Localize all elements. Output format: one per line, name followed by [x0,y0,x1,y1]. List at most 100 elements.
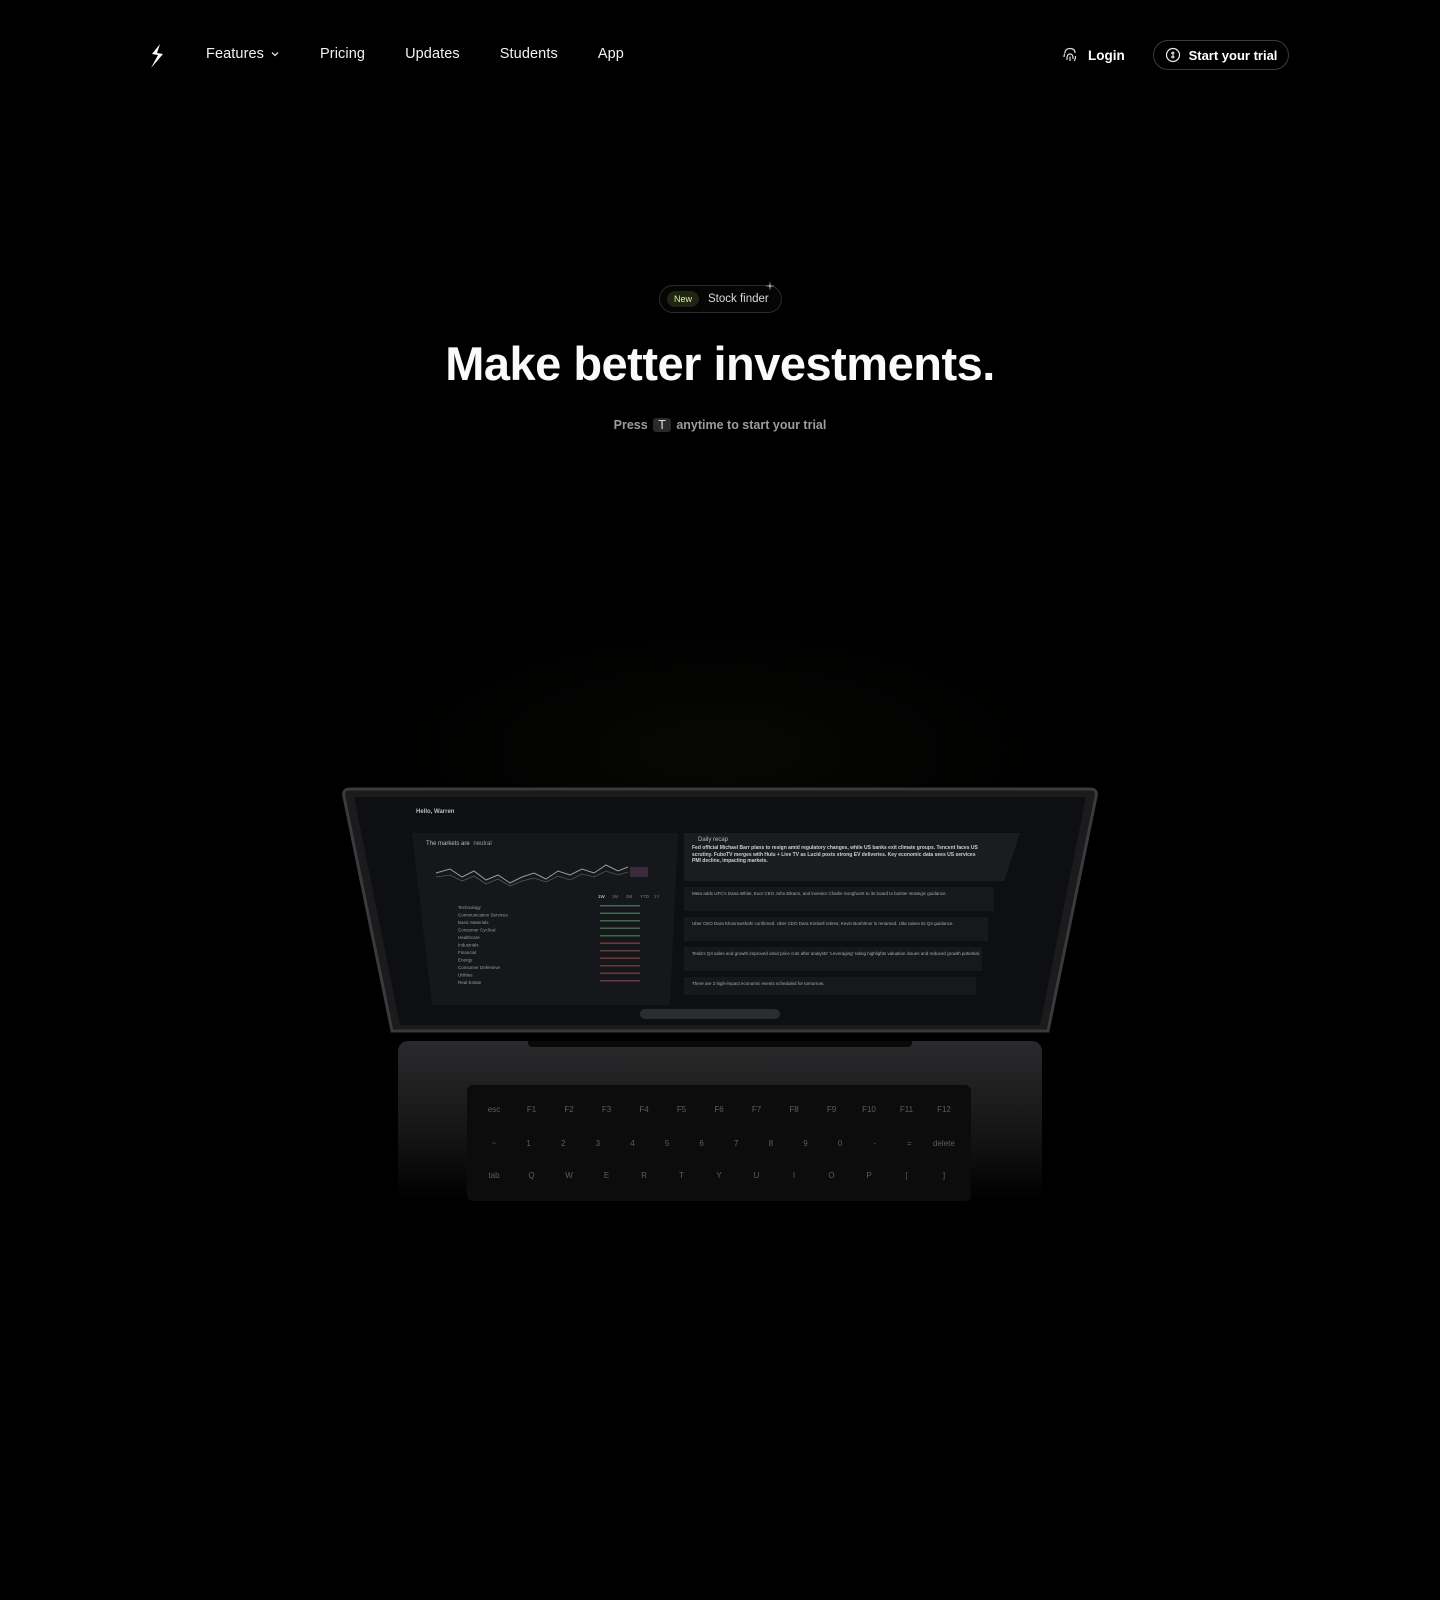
timeframe-tab: 1Y [654,894,660,899]
sector-change-bar [600,980,640,982]
sector-change-bar [600,950,640,952]
sector-row: Real Estate [458,980,482,985]
keyboard-key: [ [905,1171,908,1180]
keyboard-key: 0 [837,1139,843,1148]
keyboard-key: F3 [601,1105,612,1114]
laptop-hinge [528,1041,912,1047]
login-link[interactable]: Login [1061,46,1125,64]
keyboard-key: 7 [734,1139,739,1148]
keyboard-shortcut-key: T [653,418,671,432]
sparkle-icon [765,281,775,291]
app-greeting: Hello, Warren [416,809,455,815]
keyboard-key: = [906,1139,912,1148]
keyboard-key: delete [933,1139,955,1148]
keyboard-key: F8 [789,1105,799,1114]
new-feature-pill[interactable]: New Stock finder [659,281,782,313]
sector-row: Consumer Defensive [458,965,501,970]
keyboard-key: esc [487,1105,501,1114]
keyboard-key: F9 [826,1105,837,1114]
nav-link-label: Features [206,46,265,62]
keyboard-key: ] [942,1171,946,1180]
news-item: There are 2 high-impact economic events … [692,981,825,986]
sector-change-bar [600,927,640,929]
sector-row: Industrials [458,943,479,948]
sector-change-bar [600,942,640,944]
sector-change-bar [600,935,640,937]
sector-row: Communication Services [458,913,509,918]
keyboard-key: Y [716,1171,722,1180]
sector-row: Utilities [458,973,473,978]
brand-logo-icon[interactable] [148,43,168,69]
sector-row: Technology [458,905,482,910]
sector-row: Financial [458,950,476,955]
keyboard-key: 4 [630,1139,635,1148]
keyboard-key: F6 [714,1105,724,1114]
sector-row: Energy [458,958,473,963]
sector-row: Healthcare [458,935,480,940]
market-state: neutral [473,841,491,847]
nav-link-features[interactable]: Features [206,46,280,62]
keyboard-key: T [679,1171,684,1180]
sector-change-bar [600,905,640,907]
nav-link-label: Pricing [320,46,366,62]
keyboard-key: 5 [664,1139,670,1148]
keyboard-key: P [866,1171,872,1180]
keyboard-key: F12 [937,1105,951,1114]
start-trial-button[interactable]: Start your trial [1153,40,1289,70]
keyboard-number-row: ~1 2 3 4 5 6 7 8 9 0 - = delete [477,1139,961,1148]
timeframe-tab: 1W [598,894,606,899]
keyboard-key: O [828,1171,835,1180]
keyboard-key: tab [488,1171,500,1180]
new-badge: New [667,291,700,307]
laptop-screen: Technology Communication Services Basic Ma… [342,787,1098,1033]
keyboard-key: 6 [699,1139,704,1148]
sub-suffix: anytime to start your trial [676,418,827,432]
news-item: Tesla's Q4 sales and growth improved ami… [692,951,981,956]
keyboard-key: F4 [639,1105,649,1114]
keyboard-key: - [873,1139,877,1148]
timeframe-tab: YTD [640,894,650,899]
sector-change-bar [600,912,640,914]
keyboard-key: E [603,1171,610,1180]
trial-coin-icon [1165,47,1180,63]
sector-row: Consumer Cyclical [458,928,496,933]
keyboard-key: R [641,1171,647,1180]
sub-prefix: Press [613,418,648,432]
nav-link-label: Students [499,46,558,62]
keyboard-letter-row: tab Q W E R T Y U I O P [] [477,1171,961,1180]
laptop-base: esc F1 F2 F3 F4 F5 F6 F7 F8 F9 F10 F11 F12 ~1 2 3 4 5 6 7 8… [398,1041,1042,1201]
keyboard-key: W [565,1171,573,1180]
daily-recap-label: Daily recap [698,837,729,843]
nav-link-app[interactable]: App [598,46,624,62]
timeframe-tab: 1M [612,894,619,899]
sector-change-bar [600,972,640,974]
keyboard-key: 8 [768,1139,774,1148]
nav-link-updates[interactable]: Updates [405,46,460,62]
nav-link-label: App [597,46,624,62]
sector-row: Basic Materials [458,920,489,925]
keyboard-key: 3 [595,1139,601,1148]
nav-link-students[interactable]: Students [500,46,558,62]
nav-link-pricing[interactable]: Pricing [320,46,365,62]
keyboard-key: I [792,1171,796,1180]
market-prefix: The markets are [426,841,470,847]
keyboard-key: F10 [862,1105,876,1114]
keyboard-fn-row: esc F1 F2 F3 F4 F5 F6 F7 F8 F9 F10 F11 F12 [477,1105,961,1114]
sector-change-bar [600,965,640,967]
hero-headline: Make better investments. [445,337,995,390]
keyboard-key: F7 [751,1105,762,1114]
market-mood: The markets are neutral [426,841,492,847]
keyboard-key: F1 [526,1105,537,1114]
daily-recap-text: Fed official Michael Barr plans to resig… [692,845,978,864]
timeframe-tab: 3M [626,894,633,899]
keyboard-key: F2 [564,1105,574,1114]
sector-change-bar [600,920,640,922]
hero-subtext: Press T anytime to start your trial [0,418,1440,432]
keyboard-key: U [753,1171,760,1180]
news-item: Meta adds UFC's Dana White, Exor CEO Joh… [692,891,947,896]
laptop-mockup: Technology Communication Services Basic Ma… [340,785,1100,1205]
chevron-down-icon [271,52,279,57]
keyboard-key: 2 [560,1139,566,1148]
news-item: Uber CEO Dara Khosrowshahi confirmed. Ub… [692,921,954,926]
start-trial-label: Start your trial [1188,47,1278,63]
